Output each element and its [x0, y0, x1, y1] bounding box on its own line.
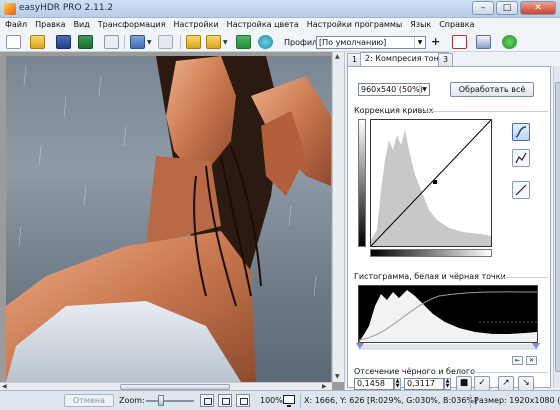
- save-as-icon[interactable]: [78, 35, 93, 49]
- tab-tone-compression[interactable]: 2: Компресия тона: [360, 52, 449, 66]
- curve-linear-mode-button[interactable]: [512, 149, 530, 167]
- open-folder-icon[interactable]: [30, 35, 45, 49]
- black-point-marker[interactable]: [356, 343, 364, 349]
- batch-folder-icon[interactable]: [186, 35, 201, 49]
- black-clip-input[interactable]: 0,1458 %: [354, 378, 394, 398]
- pick-black-icon[interactable]: ↗: [498, 376, 514, 391]
- menu-edit[interactable]: Правка: [35, 18, 65, 32]
- curve-reset-button[interactable]: [512, 181, 530, 199]
- tab-3[interactable]: 3: [438, 53, 454, 66]
- zoom-value: 100%: [260, 396, 283, 405]
- menu-color-settings[interactable]: Настройка цвета: [227, 18, 299, 32]
- histogram-title: Гистограмма, белая и чёрная точки: [354, 272, 506, 281]
- menu-program-settings[interactable]: Настройки программы: [307, 18, 403, 32]
- white-clip-input[interactable]: 0,3117 %: [404, 378, 444, 398]
- image-viewport[interactable]: ▲ ▼ ◀ ▶: [0, 52, 344, 390]
- tab-content: 960x540 (50%) ▼ Обработать всё Коррекция…: [347, 66, 551, 398]
- app-icon: [4, 3, 16, 15]
- confirm-icon[interactable]: ✓: [474, 376, 490, 391]
- input-gradient: [370, 249, 492, 257]
- go-icon[interactable]: [502, 35, 517, 49]
- panel-scroll-thumb[interactable]: [555, 82, 560, 372]
- chevron-down-icon[interactable]: ▼: [419, 84, 429, 95]
- menu-transform[interactable]: Трансформация: [98, 18, 166, 32]
- zoom-slider[interactable]: [146, 400, 194, 402]
- menu-view[interactable]: Вид: [74, 18, 90, 32]
- menu-language[interactable]: Язык: [410, 18, 431, 32]
- histogram: [358, 285, 538, 343]
- add-profile-button[interactable]: +: [431, 35, 440, 48]
- menu-file[interactable]: Файл: [5, 18, 27, 32]
- new-document-icon[interactable]: [6, 35, 21, 49]
- black-clip-stepper[interactable]: ▲ ▼: [394, 378, 401, 390]
- status-bar: Отмена Zoom: 100% X: 1666, Y: 626 [R:029…: [0, 390, 560, 410]
- clipping-title: Отсечение чёрного и белого: [354, 367, 476, 376]
- panel-scrollbar[interactable]: [553, 66, 560, 388]
- pick-white-icon[interactable]: ↘: [518, 376, 534, 391]
- cancel-button[interactable]: Отмена: [64, 394, 114, 407]
- curve-editor[interactable]: [370, 119, 492, 247]
- fit-window-button[interactable]: [200, 394, 214, 407]
- actual-size-button[interactable]: [236, 394, 250, 407]
- clear-points-button[interactable]: ✕: [526, 356, 537, 365]
- zoom-slider-thumb[interactable]: [158, 395, 164, 406]
- output-folder-icon[interactable]: [206, 35, 221, 49]
- profile-select[interactable]: [По умолчанию] ▼: [316, 36, 426, 49]
- hdr-photo: [6, 56, 331, 382]
- monitor-icon[interactable]: [283, 395, 295, 407]
- profile-value: [По умолчанию]: [319, 38, 387, 47]
- zoom-label: Zoom:: [119, 396, 145, 405]
- white-clip-stepper[interactable]: ▲ ▼: [444, 378, 451, 390]
- chevron-down-icon[interactable]: ▼: [414, 37, 425, 48]
- menu-settings[interactable]: Настройки: [173, 18, 218, 32]
- save-icon[interactable]: [56, 35, 71, 49]
- home-icon[interactable]: [476, 35, 491, 49]
- maximize-button[interactable]: □: [496, 1, 518, 15]
- chevron-down-icon[interactable]: ▼: [223, 39, 228, 46]
- histogram-range: [358, 344, 538, 350]
- calendar-icon[interactable]: [452, 35, 467, 49]
- process-all-button[interactable]: Обработать всё: [450, 82, 534, 97]
- resolution-value: 960x540 (50%): [361, 85, 423, 94]
- menu-bar: Файл Правка Вид Трансформация Настройки …: [0, 18, 560, 32]
- settings-panel: 1 2: Компресия тона 3 960x540 (50%) ▼ Об…: [344, 52, 560, 398]
- curve-smooth-mode-button[interactable]: [512, 123, 530, 141]
- scroll-right-icon[interactable]: ▶: [322, 383, 327, 390]
- toolbar: ▼ ▼ Профиль: [По умолчанию] ▼ +: [0, 32, 560, 52]
- previous-icon[interactable]: [130, 35, 145, 49]
- close-button[interactable]: ✕: [520, 1, 556, 15]
- title-bar: easyHDR PRO 2.11.2 – □ ✕: [0, 0, 560, 18]
- image-horizontal-scrollbar[interactable]: ◀ ▶: [0, 382, 332, 390]
- scroll-down-icon[interactable]: ▼: [335, 373, 340, 380]
- apply-icon[interactable]: [236, 35, 251, 49]
- refresh-icon[interactable]: [258, 35, 273, 49]
- minimize-button[interactable]: –: [472, 1, 494, 15]
- resolution-select[interactable]: 960x540 (50%) ▼: [358, 83, 430, 96]
- menu-help[interactable]: Справка: [439, 18, 474, 32]
- chevron-down-icon[interactable]: ▼: [147, 39, 152, 46]
- lock-icon[interactable]: ■: [456, 376, 472, 391]
- fit-width-button[interactable]: [218, 394, 232, 407]
- window-title: easyHDR PRO 2.11.2: [19, 3, 114, 13]
- output-gradient: [358, 119, 366, 247]
- next-icon[interactable]: [158, 35, 173, 49]
- white-point-marker[interactable]: [532, 343, 540, 349]
- pixel-info: X: 1666, Y: 626 [R:029%, G:030%, B:036%]: [304, 396, 478, 405]
- reset-points-button[interactable]: ⇤: [512, 356, 523, 365]
- scroll-left-icon[interactable]: ◀: [2, 383, 7, 390]
- image-vertical-scrollbar[interactable]: ▲ ▼: [332, 52, 344, 382]
- scroll-up-icon[interactable]: ▲: [335, 53, 340, 60]
- curve-point[interactable]: [433, 180, 437, 184]
- copy-icon[interactable]: [104, 35, 119, 49]
- image-size: Размер: 1920x1080 (2,: [474, 396, 560, 405]
